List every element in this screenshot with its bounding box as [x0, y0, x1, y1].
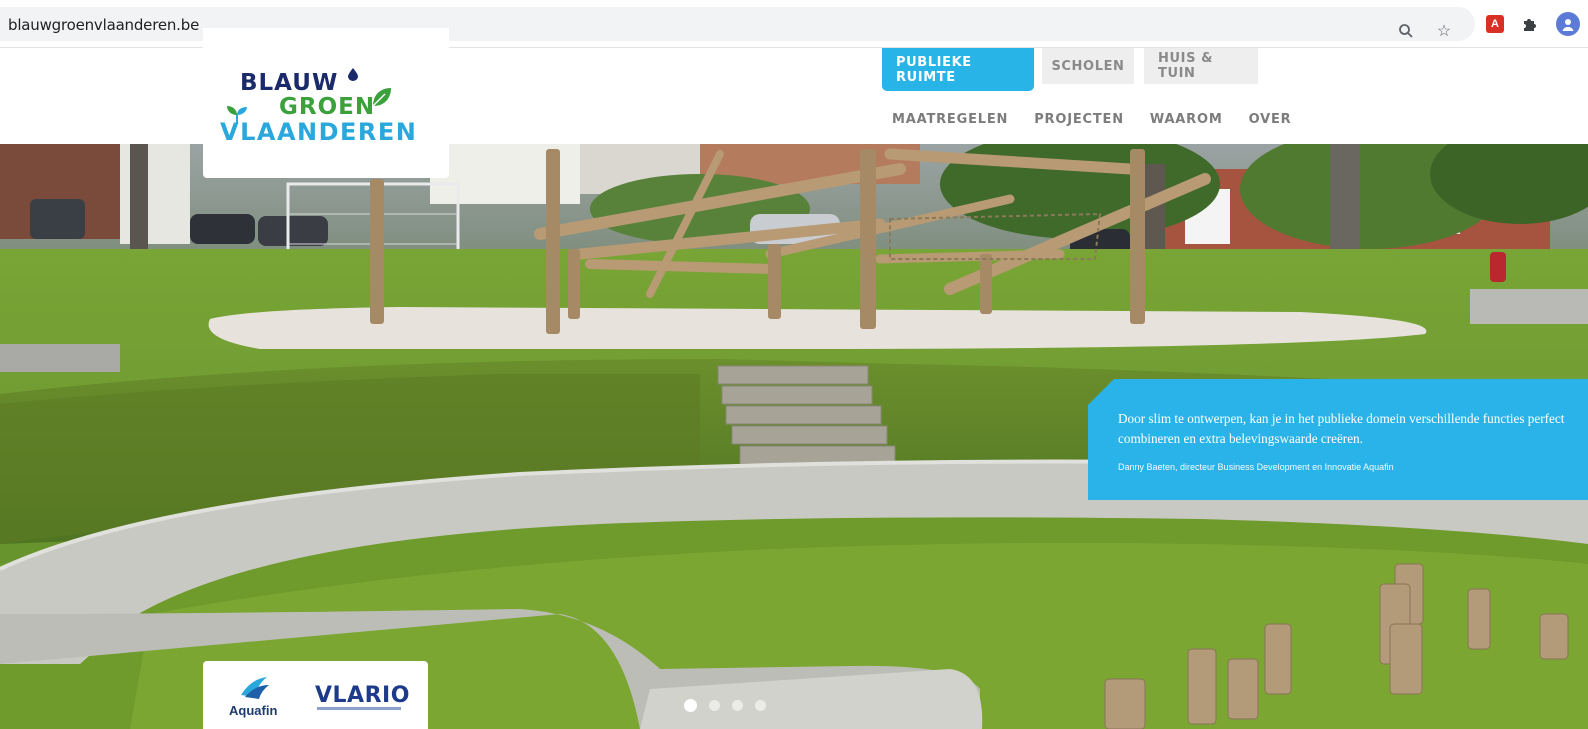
tab-huis-en-tuin[interactable]: HUIS & TUIN [1144, 48, 1258, 84]
logo-line-groen: GROEN [279, 94, 376, 120]
main-nav: MAATREGELEN PROJECTEN WAAROM OVER [892, 112, 1291, 127]
slider-dot-2[interactable] [709, 700, 720, 711]
pdf-extension-icon[interactable]: A [1486, 15, 1504, 33]
nav-item-maatregelen[interactable]: MAATREGELEN [892, 112, 1008, 127]
vlario-logo[interactable]: VLARIO [315, 683, 410, 708]
quote-callout: Door slim te ontwerpen, kan je in het pu… [1088, 379, 1588, 500]
water-drop-icon [348, 68, 358, 81]
vlario-logo-underline [317, 707, 401, 710]
sprout-icon [227, 106, 247, 124]
slider-dot-1[interactable] [684, 699, 697, 712]
slider-dot-3[interactable] [732, 700, 743, 711]
nav-item-waarom[interactable]: WAAROM [1150, 112, 1223, 127]
profile-icon[interactable] [1556, 12, 1580, 36]
logo-line-vlaanderen: VLAANDEREN [220, 118, 418, 146]
tab-scholen[interactable]: SCHOLEN [1042, 48, 1134, 84]
nav-item-projecten[interactable]: PROJECTEN [1034, 112, 1124, 127]
quote-text: Door slim te ontwerpen, kan je in het pu… [1118, 411, 1565, 446]
nav-item-over[interactable]: OVER [1249, 112, 1292, 127]
aquafin-logo-icon [241, 677, 269, 699]
logo-line-blauw: BLAUW [240, 70, 339, 96]
extensions-puzzle-icon[interactable] [1519, 14, 1539, 34]
quote-author: Danny Baeten, directeur Business Develop… [1118, 462, 1394, 472]
url-text[interactable]: blauwgroenvlaanderen.be [8, 16, 199, 34]
leaf-icon [372, 88, 391, 107]
aquafin-logo[interactable]: Aquafin [229, 703, 277, 718]
zoom-icon[interactable] [1396, 21, 1416, 41]
tab-publieke-ruimte[interactable]: PUBLIEKE RUIMTE [882, 48, 1034, 91]
hero-slider[interactable]: Door slim te ontwerpen, kan je in het pu… [0, 144, 1588, 729]
partner-logos: Aquafin VLARIO [203, 661, 428, 729]
bookmark-star-icon[interactable]: ☆ [1434, 21, 1454, 41]
slider-pagination [684, 699, 766, 712]
slider-dot-4[interactable] [755, 700, 766, 711]
site-logo[interactable]: BLAUW GROEN VLAANDEREN [203, 28, 449, 178]
